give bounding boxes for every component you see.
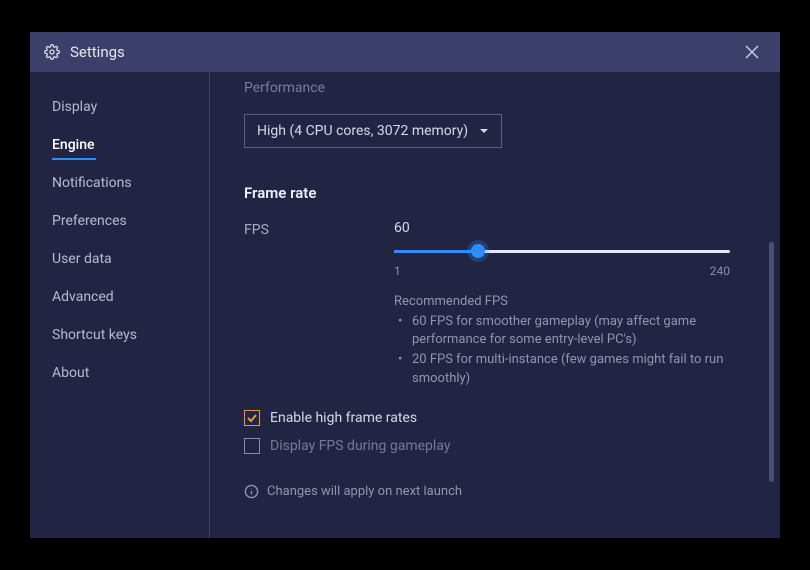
window-title: Settings (70, 43, 125, 61)
recommended-fps-item: 20 FPS for multi-instance (few games mig… (398, 351, 730, 387)
performance-heading: Performance (244, 80, 746, 96)
slider-limits: 1 240 (394, 264, 730, 278)
enable-high-fps-label: Enable high frame rates (270, 410, 417, 426)
info-icon (244, 484, 259, 499)
fps-max: 240 (710, 264, 730, 278)
slider-track-fill (394, 250, 478, 253)
sidebar-item-engine[interactable]: Engine (30, 126, 209, 164)
scrollbar[interactable] (769, 242, 774, 482)
sidebar-item-user-data[interactable]: User data (30, 240, 209, 278)
close-button[interactable] (738, 38, 766, 66)
checkbox-icon (244, 438, 260, 454)
display-fps-label: Display FPS during gameplay (270, 438, 450, 454)
enable-high-fps-checkbox[interactable]: Enable high frame rates (244, 410, 746, 426)
sidebar-item-preferences[interactable]: Preferences (30, 202, 209, 240)
fps-value: 60 (394, 220, 730, 236)
fps-slider[interactable] (394, 244, 730, 258)
sidebar-item-about[interactable]: About (30, 354, 209, 392)
settings-window: Settings Display Engine Notifications Pr… (30, 32, 780, 538)
recommended-fps-title: Recommended FPS (394, 294, 730, 309)
sidebar-item-advanced[interactable]: Advanced (30, 278, 209, 316)
caret-down-icon (479, 126, 489, 136)
gear-icon (44, 44, 60, 60)
content-panel: Performance High (4 CPU cores, 3072 memo… (210, 72, 780, 538)
sidebar-item-notifications[interactable]: Notifications (30, 164, 209, 202)
fps-label: FPS (244, 220, 394, 390)
frame-rate-heading: Frame rate (244, 184, 746, 202)
sidebar-item-display[interactable]: Display (30, 88, 209, 126)
titlebar: Settings (30, 32, 780, 72)
info-row: Changes will apply on next launch (244, 484, 746, 499)
fps-min: 1 (394, 264, 401, 278)
slider-thumb[interactable] (471, 244, 485, 258)
display-fps-checkbox[interactable]: Display FPS during gameplay (244, 438, 746, 454)
body: Display Engine Notifications Preferences… (30, 72, 780, 538)
sidebar-item-shortcut-keys[interactable]: Shortcut keys (30, 316, 209, 354)
info-text: Changes will apply on next launch (267, 484, 462, 499)
performance-dropdown-value: High (4 CPU cores, 3072 memory) (257, 123, 468, 139)
recommended-fps-item: 60 FPS for smoother gameplay (may affect… (398, 313, 730, 349)
checkbox-icon (244, 410, 260, 426)
fps-row: FPS 60 1 240 Recommended FPS (244, 220, 746, 390)
performance-dropdown[interactable]: High (4 CPU cores, 3072 memory) (244, 114, 502, 148)
recommended-fps: Recommended FPS 60 FPS for smoother game… (394, 294, 730, 388)
fps-slider-area: 60 1 240 Recommended FPS 60 FPS for smoo… (394, 220, 746, 390)
sidebar: Display Engine Notifications Preferences… (30, 72, 210, 538)
